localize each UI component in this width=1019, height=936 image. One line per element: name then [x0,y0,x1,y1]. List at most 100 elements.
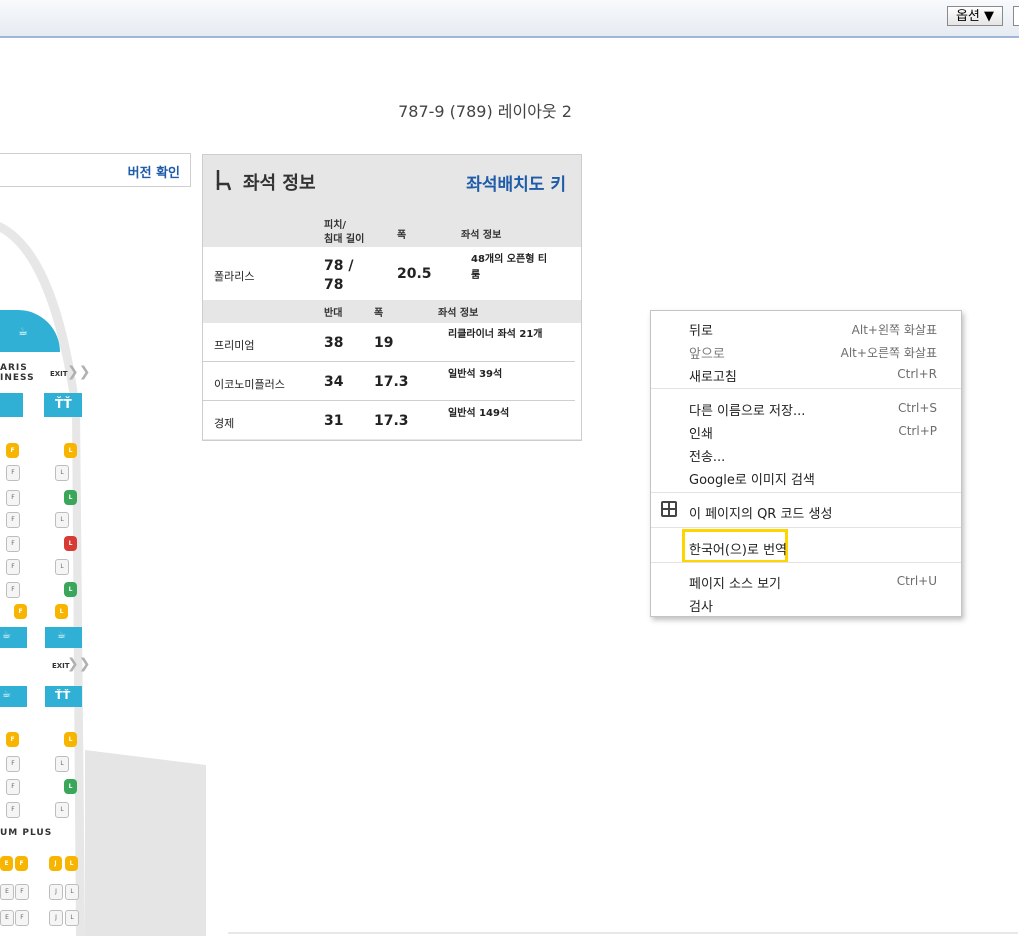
menu-item-forward[interactable]: 앞으로 [689,343,725,362]
seat-pitch: 38 [324,335,344,351]
seat-row-polaris: 폴라리스 78 / 78 20.5 48개의 오픈형 티 룸 [203,247,581,300]
row-divider [203,400,575,401]
premium-plus-label: UM PLUS [0,828,53,838]
menu-divider [651,527,961,528]
seat-class-name: 프리미엄 [214,339,255,352]
seat-width: 17.3 [374,374,409,390]
menu-divider [651,492,961,493]
seat-l[interactable]: L [64,779,77,794]
top-toolbar: 옵션 ▼ [0,0,1019,38]
header-info: 좌석 정보 [461,230,502,241]
menu-item-print[interactable]: 인쇄 [689,423,713,442]
seat-l[interactable]: L [64,582,77,597]
seat-pitch: 78 / 78 [324,258,354,293]
page-divider [228,932,1018,934]
seat-map-key-link[interactable]: 좌석배치도 키 [466,170,566,195]
menu-item-qr-code[interactable]: 이 페이지의 QR 코드 생성 [689,503,832,522]
seat-rows-container: 프리미엄 38 19 리클라이너 좌석 21개 이코노미플러스 34 17.3 … [203,323,581,439]
seat-f[interactable]: F [6,779,20,795]
seat-f[interactable]: F [6,559,20,575]
menu-item-back[interactable]: 뒤로 [689,320,713,339]
seat-f[interactable]: F [6,443,19,458]
seat-l[interactable]: L [55,604,68,619]
header-pitch: 피치/ 침대 길이 [324,220,365,245]
menu-item-cast[interactable]: 전송... [689,446,725,465]
seat-e[interactable]: E [0,910,14,926]
seat-f[interactable]: F [6,490,20,506]
seat-j[interactable]: J [49,910,63,926]
menu-item-google-image-search[interactable]: Google로 이미지 검색 [689,469,815,488]
polaris-label: ARIS [0,363,28,373]
business-label: INESS [0,373,35,383]
shortcut-back: Alt+왼쪽 화살표 [851,323,937,337]
seat-info-text: 일반석 149석 [448,408,510,419]
shortcut-print: Ctrl+P [898,424,937,438]
seat-width: 17.3 [374,413,409,429]
seat-e[interactable]: E [0,856,13,871]
shortcut-view-source: Ctrl+U [896,574,937,588]
seat-f[interactable]: F [6,465,20,481]
seat-info-panel: 좌석 정보 좌석배치도 키 피치/ 침대 길이 폭 좌석 정보 폴라리스 78 … [202,154,582,441]
exit-arrow-icon: ❯❯ [67,364,91,380]
seat-e[interactable]: E [0,884,14,900]
seat-l[interactable]: L [64,443,77,458]
seat-f[interactable]: F [6,732,19,747]
seat-f[interactable]: F [6,802,20,818]
toolbar-extra-button[interactable] [1013,6,1019,26]
menu-item-inspect[interactable]: 검사 [689,596,713,615]
seat-f[interactable]: F [15,856,28,871]
seat-j[interactable]: J [49,856,62,871]
header-width-2: 폭 [374,308,384,319]
version-box: 버전 확인 [0,153,191,187]
seat-l[interactable]: L [65,910,79,926]
seat-f[interactable]: F [6,536,20,552]
seat-l[interactable]: L [64,732,77,747]
seat-f[interactable]: F [6,756,20,772]
seat-j[interactable]: J [49,884,63,900]
exit-label: EXIT [50,370,68,378]
version-check-link[interactable]: 버전 확인 [128,162,180,181]
seat-l[interactable]: L [65,884,79,900]
qr-code-icon [661,501,677,517]
seat-l[interactable]: L [55,559,69,575]
seat-width: 20.5 [397,266,432,282]
seat-pitch: 31 [324,413,344,429]
seat-f[interactable]: F [6,512,20,528]
menu-divider [651,388,961,389]
seat-f[interactable]: F [15,910,29,926]
seat-l[interactable]: L [55,756,69,772]
seat-f[interactable]: F [14,604,27,619]
restroom-icon: ŤŤ [55,689,71,702]
cup-icon: ☕ [2,630,11,641]
seat-info-text: 48개의 오픈형 티 룸 [471,254,548,281]
page-title: 787-9 (789) 레이아웃 2 [398,102,572,121]
seat-f[interactable]: F [6,582,20,598]
closet-icon [0,393,23,417]
seat-l[interactable]: L [64,536,77,551]
lavatory-icon: ŤŤ [44,393,82,417]
menu-divider [651,562,961,563]
seat-l[interactable]: L [65,856,78,871]
seat-map: ☕ ARIS INESS EXIT ❯❯ ŤŤ F L F L F L F L … [0,210,210,936]
seat-l[interactable]: L [64,490,77,505]
shortcut-reload: Ctrl+R [897,367,937,381]
seat-info-text: 일반석 39석 [448,369,503,380]
cup-icon: ☕ [2,689,11,700]
cup-icon: ☕ [57,630,66,641]
galley-icon: ☕ [0,686,27,707]
seat-l[interactable]: L [55,512,69,528]
options-button[interactable]: 옵션 ▼ [947,6,1003,26]
seat-f[interactable]: F [15,884,29,900]
menu-item-view-source[interactable]: 페이지 소스 보기 [689,573,781,592]
seat-l[interactable]: L [55,802,69,818]
lavatory-icon: ŤŤ [45,686,82,707]
seat-l[interactable]: L [55,465,69,481]
exit-arrow-icon: ❯❯ [67,656,91,672]
menu-item-translate[interactable]: 한국어(으)로 번역 [689,539,787,558]
seat-icon [216,170,232,191]
row-divider [203,361,575,362]
menu-item-reload[interactable]: 새로고침 [689,366,737,385]
cup-icon: ☕ [18,325,28,338]
header-info-2: 좌석 정보 [438,308,479,319]
menu-item-save-as[interactable]: 다른 이름으로 저장... [689,400,805,419]
